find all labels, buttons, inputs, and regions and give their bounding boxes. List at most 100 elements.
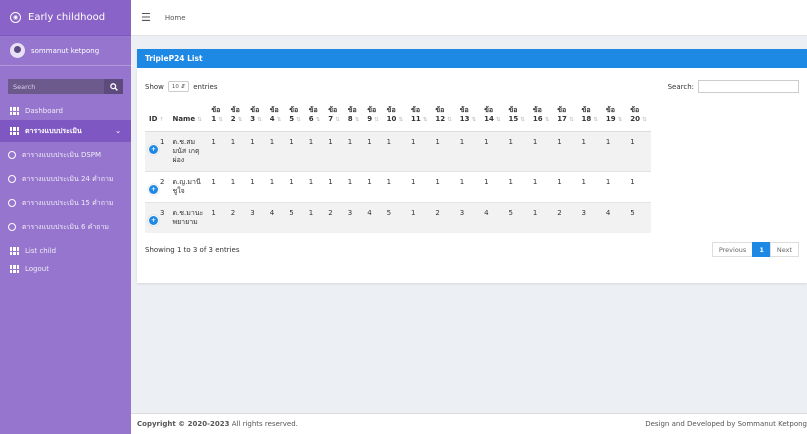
expand-row-icon[interactable]: + [149, 185, 158, 194]
score-cell: 5 [508, 209, 513, 217]
column-header-3[interactable]: ข้อ 2 ⇅ [226, 102, 247, 132]
home-link[interactable]: Home [165, 14, 186, 22]
column-header-number: 11 [411, 115, 421, 123]
sidebar-item-5[interactable]: ตารางแบบประเมิน 6 คำถาม [0, 218, 131, 236]
column-header-number: 20 [630, 115, 641, 123]
column-header-number: 12 [435, 115, 446, 123]
column-header-20[interactable]: ข้อ 19 ⇅ [601, 102, 627, 132]
user-name: sommanut ketpong [31, 46, 100, 55]
score-cell: 4 [367, 209, 372, 217]
brand[interactable]: ◉ Early childhood [0, 0, 131, 36]
column-header-5[interactable]: ข้อ 4 ⇅ [265, 102, 286, 132]
column-header-19[interactable]: ข้อ 18 ⇅ [577, 102, 602, 132]
column-header-17[interactable]: ข้อ 16 ⇅ [528, 102, 554, 132]
column-header-4[interactable]: ข้อ 3 ⇅ [246, 102, 266, 132]
column-header-label: ID [149, 115, 158, 123]
table-row[interactable]: +3 ด.ช.มานะ พยายาม 1 2 3 4 5 1 2 3 4 5 1 2 3 4 5 1 2 3 4 5 [145, 202, 651, 233]
table-row[interactable]: +1 ด.ช.สม มนัส เกตุ ผ่อง 1 1 1 1 1 1 1 1 1 1 1 1 1 1 1 1 1 1 1… [145, 131, 651, 172]
copyright: Copyright © 2020-2023 All rights reserve… [137, 420, 298, 428]
column-header-1[interactable]: Name ⇅ [168, 102, 208, 132]
column-header-number: 19 [605, 115, 616, 123]
page-footer: Copyright © 2020-2023 All rights reserve… [131, 413, 807, 434]
sidebar-item-label: ตารางแบบประเมิน [25, 127, 82, 135]
column-header-number: 1 [211, 115, 217, 123]
name-cell: ด.ญ.มานี ชูใจ [168, 172, 207, 203]
score-cell: 2 [328, 209, 333, 217]
grid-icon [10, 265, 19, 273]
circle-icon [8, 199, 16, 207]
column-header-number: 4 [269, 115, 275, 123]
sidebar-item-label: ตารางแบบประเมิน DSPM [22, 151, 102, 159]
sidebar-item-0[interactable]: Dashboard [0, 102, 131, 120]
column-header-number: 6 [308, 115, 314, 123]
logo-icon: ◉ [10, 12, 21, 23]
table-search-input[interactable] [698, 80, 799, 93]
column-header-11[interactable]: ข้อ 10 ⇅ [382, 102, 408, 132]
column-header-number: 14 [484, 115, 494, 123]
score-cell: 2 [557, 209, 562, 217]
column-header-10[interactable]: ข้อ 9 ⇅ [363, 102, 383, 132]
score-cell: 3 [347, 209, 353, 217]
score-cell: 5 [386, 209, 392, 217]
circle-icon [8, 175, 16, 183]
expand-row-icon[interactable]: + [149, 145, 158, 154]
score-cell: 1 [508, 178, 513, 186]
table-row[interactable]: +2 ด.ญ.มานี ชูใจ 1 1 1 1 1 1 1 1 1 1 1 1 1 1 1 1 1 1 1 1 [145, 171, 651, 203]
score-cell: 1 [367, 138, 372, 146]
page-length-value: 10 [171, 83, 179, 90]
sidebar-item-label: ตารางแบบประเมิน 15 คำถาม [22, 199, 114, 207]
column-header-label: ข้อ [459, 106, 469, 114]
column-header-label: ข้อ [269, 106, 279, 114]
avatar [10, 43, 25, 58]
column-header-18[interactable]: ข้อ 17 ⇅ [553, 102, 578, 132]
name-line: ด.ช.สม [172, 138, 196, 146]
search-button[interactable] [104, 79, 123, 94]
column-header-14[interactable]: ข้อ 13 ⇅ [455, 102, 481, 132]
column-header-label: ข้อ [532, 106, 542, 114]
page-length-select[interactable]: 10 ⇵ [167, 81, 190, 92]
column-header-2[interactable]: ข้อ 1 ⇅ [207, 102, 227, 132]
id-cell: +1 [145, 132, 168, 172]
search-icon [109, 82, 118, 91]
column-header-16[interactable]: ข้อ 15 ⇅ [504, 102, 529, 132]
pagination: Previous 1 Next [711, 242, 799, 257]
sort-icon: ⇅ [495, 117, 501, 123]
column-header-6[interactable]: ข้อ 5 ⇅ [285, 102, 305, 132]
column-header-label: ข้อ [411, 106, 421, 114]
page-1-button[interactable]: 1 [752, 242, 771, 257]
brand-title: Early childhood [28, 12, 106, 23]
column-header-9[interactable]: ข้อ 8 ⇅ [343, 102, 364, 132]
sidebar-item-7[interactable]: Logout [0, 260, 131, 278]
menu-toggle-icon[interactable]: ☰ [141, 11, 151, 24]
expand-row-icon[interactable]: + [149, 216, 158, 225]
score-cell: 1 [557, 138, 562, 146]
column-header-0[interactable]: ID ↑ [145, 102, 169, 132]
score-cell: 2 [230, 209, 236, 217]
sidebar-item-4[interactable]: ตารางแบบประเมิน 15 คำถาม [0, 194, 131, 212]
column-header-12[interactable]: ข้อ 11 ⇅ [407, 102, 432, 132]
column-header-number: 7 [328, 115, 334, 123]
column-header-15[interactable]: ข้อ 14 ⇅ [480, 102, 505, 132]
column-header-8[interactable]: ข้อ 7 ⇅ [324, 102, 344, 132]
column-header-number: 15 [508, 115, 519, 123]
column-header-21[interactable]: ข้อ 20 ⇅ [626, 102, 651, 132]
sidebar-item-1[interactable]: ตารางแบบประเมิน ⌄ [0, 120, 131, 142]
sort-icon: ⇅ [315, 117, 321, 123]
sidebar-item-2[interactable]: ตารางแบบประเมิน DSPM [0, 146, 131, 164]
previous-button[interactable]: Previous [711, 242, 754, 257]
table-footer: Showing 1 to 3 of 3 entries Previous 1 N… [137, 242, 807, 257]
user-panel[interactable]: sommanut ketpong [0, 36, 131, 66]
sidebar-item-6[interactable]: List child [0, 242, 131, 260]
sidebar-search-input[interactable] [8, 79, 104, 94]
next-button[interactable]: Next [769, 242, 799, 257]
sidebar-item-3[interactable]: ตารางแบบประเมิน 24 คำถาม [0, 170, 131, 188]
column-header-13[interactable]: ข้อ 12 ⇅ [431, 102, 456, 132]
name-line: ชูใจ [172, 187, 185, 195]
column-header-label: ข้อ [386, 106, 396, 114]
column-header-label: ข้อ [630, 106, 640, 114]
topbar: ☰ Home [131, 0, 807, 36]
score-cell: 1 [435, 178, 440, 186]
score-cell: 1 [289, 178, 294, 186]
column-header-7[interactable]: ข้อ 6 ⇅ [304, 102, 325, 132]
search-label: Search: [667, 82, 694, 91]
